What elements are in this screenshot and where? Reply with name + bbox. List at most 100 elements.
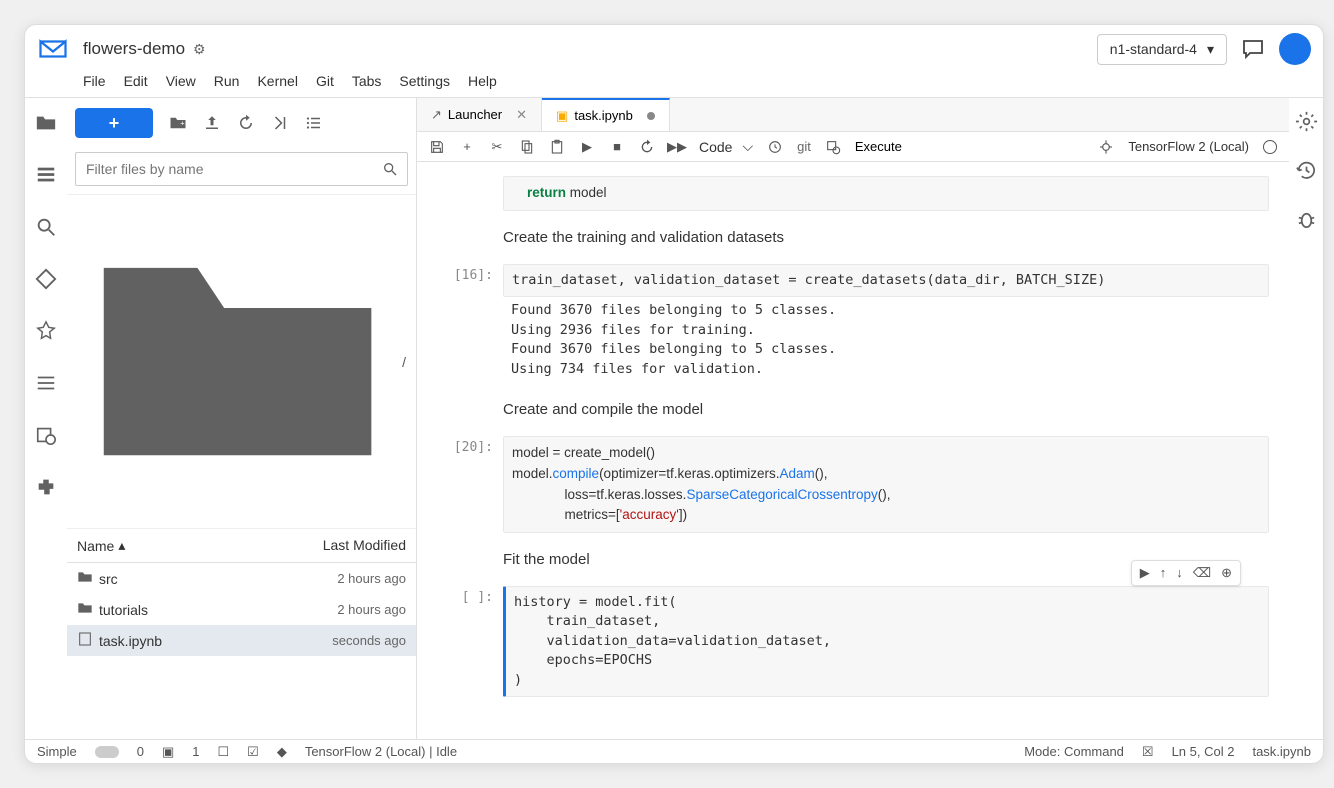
file-row[interactable]: tutorials2 hours ago (67, 594, 416, 625)
chat-icon[interactable] (1241, 37, 1265, 61)
status-mode: Mode: Command (1024, 744, 1124, 759)
status-icon-b[interactable]: ☑ (247, 744, 259, 760)
avatar[interactable] (1279, 33, 1311, 65)
breadcrumb[interactable]: / (67, 194, 416, 529)
menu-settings[interactable]: Settings (399, 73, 450, 89)
delete-cell-icon[interactable]: ⌫ (1193, 565, 1211, 581)
running-icon[interactable] (35, 164, 57, 186)
bug-icon[interactable] (1098, 139, 1114, 155)
move-up-icon[interactable]: ↑ (1160, 565, 1167, 581)
file-modified: 2 hours ago (337, 602, 406, 617)
new-launcher-button[interactable]: + (75, 108, 153, 138)
upload-icon[interactable] (203, 114, 221, 132)
run-cell-icon[interactable]: ▶ (1140, 565, 1150, 581)
executor-icon[interactable] (825, 139, 841, 155)
debug-icon[interactable] (1295, 208, 1318, 231)
file-modified: seconds ago (332, 633, 406, 648)
gear-icon[interactable]: ⚙ (193, 41, 206, 58)
col-modified[interactable]: Last Modified (323, 537, 406, 554)
list-icon[interactable] (305, 114, 323, 132)
file-row[interactable]: task.ipynbseconds ago (67, 625, 416, 656)
notebook-body[interactable]: return model Create the training and val… (417, 162, 1289, 739)
refresh-icon[interactable] (237, 114, 255, 132)
settings-icon[interactable] (1295, 110, 1318, 133)
notebook-file-icon (77, 631, 93, 650)
git-label[interactable]: git (797, 139, 811, 154)
cell-output: Found 3670 files belonging to 5 classes.… (503, 297, 1269, 383)
svg-text:+: + (180, 118, 185, 127)
menu-run[interactable]: Run (214, 73, 240, 89)
sort-asc-icon: ▴ (118, 537, 125, 554)
git-icon[interactable] (35, 268, 57, 290)
chevron-down-icon: ▾ (1207, 41, 1214, 58)
file-name: task.ipynb (99, 633, 332, 649)
cut-icon[interactable]: ✂ (489, 139, 505, 155)
kernel-status-idle-icon (1263, 140, 1277, 154)
save-icon[interactable] (429, 139, 445, 155)
status-icon-c[interactable]: ◆ (277, 744, 287, 760)
code-cell-20[interactable]: model = create_model() model.compile(opt… (503, 436, 1269, 532)
toc-icon[interactable] (35, 372, 57, 394)
extension-icon[interactable] (35, 476, 57, 498)
file-filter-input[interactable] (75, 152, 408, 186)
menu-kernel[interactable]: Kernel (257, 73, 297, 89)
run-icon[interactable]: ▶ (579, 139, 595, 155)
right-rail (1289, 98, 1323, 739)
new-folder-icon[interactable]: + (169, 114, 187, 132)
markdown-cell[interactable]: Create the training and validation datas… (503, 225, 1269, 250)
notebook-toolbar: + ✂ ▶ ■ ▶▶ Code ⌵ git Execute TensorFlow… (417, 132, 1289, 162)
file-browser: + + / Name ▴ Last Modified s (67, 98, 417, 739)
status-mode-simple[interactable]: Simple (37, 744, 77, 759)
zoom-cell-icon[interactable]: ⊕ (1221, 565, 1232, 581)
code-cell-fit[interactable]: history = model.fit( train_dataset, vali… (503, 586, 1269, 698)
menu-tabs[interactable]: Tabs (352, 73, 382, 89)
file-row[interactable]: src2 hours ago (67, 563, 416, 594)
col-name[interactable]: Name (77, 538, 114, 554)
search-rail-icon[interactable] (35, 216, 57, 238)
menu-file[interactable]: File (83, 73, 106, 89)
menu-help[interactable]: Help (468, 73, 497, 89)
dirty-indicator (647, 112, 655, 120)
machine-type-dropdown[interactable]: n1-standard-4 ▾ (1097, 34, 1227, 65)
commands-icon[interactable] (35, 320, 57, 342)
menu-git[interactable]: Git (316, 73, 334, 89)
menu-edit[interactable]: Edit (124, 73, 148, 89)
execute-label[interactable]: Execute (855, 139, 902, 154)
status-file: task.ipynb (1252, 744, 1311, 759)
tab-task-notebook[interactable]: ▣ task.ipynb (542, 98, 670, 131)
history-icon[interactable] (1295, 159, 1318, 182)
close-icon[interactable]: ✕ (516, 107, 527, 123)
restart-icon[interactable] (639, 139, 655, 155)
notebook-trust-icon[interactable]: ☒ (1142, 744, 1154, 760)
git-sync-icon[interactable] (271, 114, 289, 132)
status-toggle[interactable] (95, 746, 119, 758)
code-cell-snippet[interactable]: return model (503, 176, 1269, 211)
terminal-icon[interactable]: ▣ (162, 744, 174, 760)
kernel-status: TensorFlow 2 (Local) | Idle (305, 744, 457, 759)
run-all-icon[interactable]: ▶▶ (669, 139, 685, 155)
cell-type-select[interactable]: Code ⌵ (699, 138, 753, 155)
folder-icon[interactable] (35, 112, 57, 134)
menu-view[interactable]: View (166, 73, 196, 89)
cell-toolbar: ▶ ↑ ↓ ⌫ ⊕ (1131, 560, 1241, 586)
machine-type-label: n1-standard-4 (1110, 41, 1197, 57)
copy-icon[interactable] (519, 139, 535, 155)
file-name: tutorials (99, 602, 337, 618)
paste-icon[interactable] (549, 139, 565, 155)
stop-icon[interactable]: ■ (609, 139, 625, 155)
status-bar: Simple 0 ▣ 1 ☐ ☑ ◆ TensorFlow 2 (Local) … (25, 739, 1323, 763)
clock-icon[interactable] (767, 139, 783, 155)
code-cell-16[interactable]: train_dataset, validation_dataset = crea… (503, 264, 1269, 298)
notebook-icon: ▣ (556, 108, 568, 124)
markdown-cell[interactable]: Create and compile the model (503, 397, 1269, 422)
file-modified: 2 hours ago (337, 571, 406, 586)
status-icon-a[interactable]: ☐ (218, 744, 230, 760)
tab-bar: ↗ Launcher ✕ ▣ task.ipynb (417, 98, 1289, 132)
kernel-name[interactable]: TensorFlow 2 (Local) (1128, 139, 1249, 154)
move-down-icon[interactable]: ↓ (1176, 565, 1183, 581)
schedule-icon[interactable] (35, 424, 57, 446)
chevron-down-icon: ⌵ (742, 138, 753, 155)
tab-launcher[interactable]: ↗ Launcher ✕ (417, 98, 542, 131)
left-rail (25, 98, 67, 739)
add-cell-icon[interactable]: + (459, 139, 475, 155)
